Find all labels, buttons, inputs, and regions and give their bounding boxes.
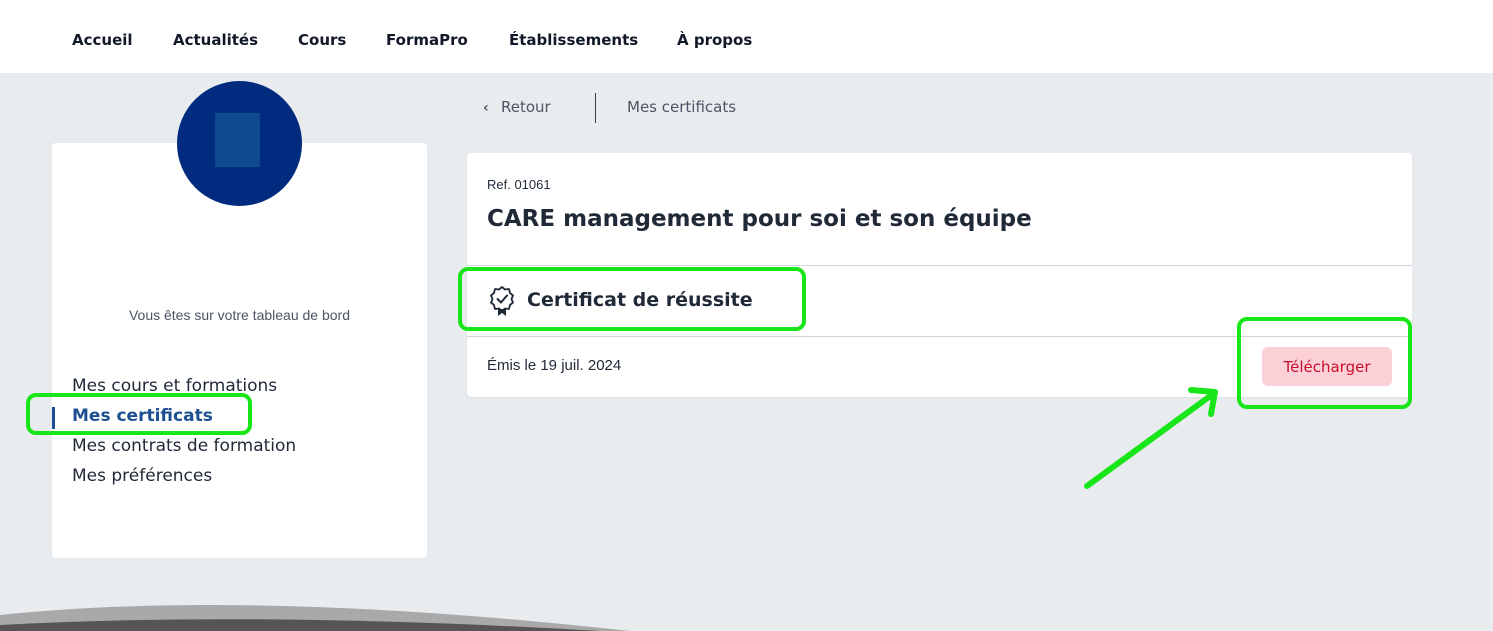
sidebar-item-cours[interactable]: Mes cours et formations [72, 376, 277, 396]
dashboard-text: Vous êtes sur votre tableau de bord [128, 307, 351, 323]
sidebar-item-preferences[interactable]: Mes préférences [72, 466, 212, 486]
back-label: Retour [501, 98, 551, 116]
nav-link-formapro[interactable]: FormaPro [386, 31, 468, 49]
breadcrumb-current: Mes certificats [627, 98, 737, 116]
avatar-image [215, 113, 260, 167]
download-button[interactable]: Télécharger [1262, 347, 1392, 386]
certificate-type: Certificat de réussite [527, 289, 753, 311]
arrow-annotation [1084, 387, 1218, 489]
nav-link-actualites[interactable]: Actualités [173, 31, 258, 49]
footer-wave [0, 605, 630, 631]
course-ref: Ref. 01061 [487, 177, 551, 192]
divider [467, 336, 1412, 337]
divider [467, 265, 1412, 266]
certificate-badge-icon [490, 286, 514, 316]
nav-link-a-propos[interactable]: À propos [677, 31, 752, 49]
breadcrumb-divider [595, 93, 596, 123]
nav-link-accueil[interactable]: Accueil [72, 31, 133, 49]
issued-date: Émis le 19 juil. 2024 [487, 357, 622, 374]
back-link[interactable]: ‹ Retour [483, 98, 551, 116]
course-title: CARE management pour soi et son équipe [487, 206, 1032, 232]
active-indicator [52, 407, 55, 429]
top-navigation: Accueil Actualités Cours FormaPro Établi… [0, 0, 1493, 73]
avatar [177, 81, 302, 206]
nav-link-etablissements[interactable]: Établissements [509, 31, 638, 49]
sidebar-item-certificats[interactable]: Mes certificats [72, 406, 213, 426]
nav-link-cours[interactable]: Cours [298, 31, 346, 49]
chevron-left-icon: ‹ [483, 100, 489, 116]
sidebar-item-contrats[interactable]: Mes contrats de formation [72, 436, 296, 456]
